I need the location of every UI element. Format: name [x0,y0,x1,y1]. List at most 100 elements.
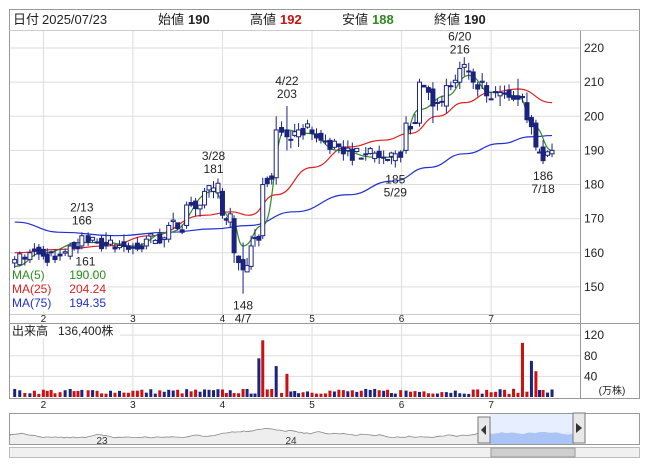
x-tick-label-4: 4 [220,314,226,325]
candle-down [309,129,315,134]
navigator-scrollbar-thumb[interactable] [490,447,576,458]
candle-down [540,146,546,162]
candle-down [376,150,382,158]
candle-down [236,255,242,264]
candle-up [116,245,122,249]
ma75-legend-label: MA(75) [12,296,51,310]
volume-bar [355,391,359,397]
volume-bar [257,358,261,397]
annotation-1-line-0: 161 [75,254,95,268]
candle-down [44,253,50,263]
volume-bar [409,391,413,397]
volume-bar [377,390,381,397]
candle-down [385,158,391,161]
annotation-2-line-1: 181 [203,162,223,176]
candle-up [197,204,203,210]
candle-up [354,147,360,153]
ma25-legend-label: MA(25) [12,282,51,296]
volume-bar [113,392,117,397]
candle-down [103,242,109,247]
candle-down [421,84,427,88]
volume-y-tick-40: 40 [584,369,598,383]
high-label: 高値 [250,12,276,27]
volume-bar [49,390,53,397]
y-tick-label-200: 200 [584,109,604,123]
navigator-label-23: 23 [96,436,108,447]
volume-value: 136,400株 [58,323,113,338]
x-tick-label-5: 5 [309,314,315,325]
candle-down [475,84,481,90]
volume-bar [58,392,62,397]
candle-down [528,117,534,128]
volume-bar [476,389,480,397]
volume-bar [140,389,144,397]
volume-bar [228,390,232,397]
volume-bar [373,388,377,397]
close-label: 終値 [434,12,460,27]
volume-bar [76,390,80,397]
candle-down [300,127,306,136]
candle-down [121,241,127,248]
volume-bar [285,373,289,397]
candle-down [94,241,100,244]
volume-bar [13,389,17,397]
candle-down [340,146,346,155]
candle-up [206,185,212,191]
volume-bar [550,389,554,397]
volume-bar [158,390,162,397]
y-tick-label-180: 180 [584,178,604,192]
close-value: 190 [464,12,486,27]
candle-up [452,79,458,84]
volume-bar [310,392,314,397]
candle-up [143,238,149,247]
candle-up [273,129,279,179]
volume-bar [413,391,417,397]
volume-bar [72,391,76,397]
candle-down [179,229,185,233]
volume-bar [494,391,498,397]
open-value: 190 [188,12,210,27]
candle-up [296,129,302,138]
candle-down [175,222,181,230]
volume-bar [453,390,457,397]
candle-up [497,91,503,97]
candle-down [511,95,517,100]
annotation-2-line-0: 3/28 [202,149,226,163]
candle-down [430,88,436,107]
candle-up [248,245,254,267]
volume-bar [53,393,57,397]
stock-chart-widget: 日付 2025/07/23 始値 190 高値 192 安値 188 終値 19… [0,0,653,470]
volume-x-tick-label-2: 2 [41,400,47,411]
volume-bar [444,392,448,397]
volume-bar [122,392,126,397]
volume-bar [224,392,228,397]
volume-bar [458,393,462,397]
volume-bar [280,392,284,397]
high-value: 192 [280,12,302,27]
candle-down [112,246,118,250]
ma75-legend-value: 194.35 [69,296,106,310]
volume-bar [63,390,67,397]
volume-bar [185,389,189,397]
low-label: 安値 [342,12,368,27]
candle-up [215,182,221,194]
volume-bar [404,390,408,397]
candle-down [75,246,81,250]
candle-up [184,204,190,226]
volume-bar [95,390,99,397]
volume-bar [346,391,350,397]
candle-up [479,80,485,83]
volume-bar [126,392,130,397]
volume-bar [314,393,318,397]
volume-bar [449,392,453,397]
candle-up [211,187,217,192]
annotation-0-line-0: 2/13 [70,200,94,214]
candle-up [260,184,266,237]
candle-up [288,138,294,141]
y-tick-label-150: 150 [584,280,604,294]
candle-up [392,153,398,162]
candle-down [125,245,131,250]
candle-down [57,253,63,257]
volume-bar [162,391,166,397]
volume-x-tick-label-7: 7 [488,400,494,411]
